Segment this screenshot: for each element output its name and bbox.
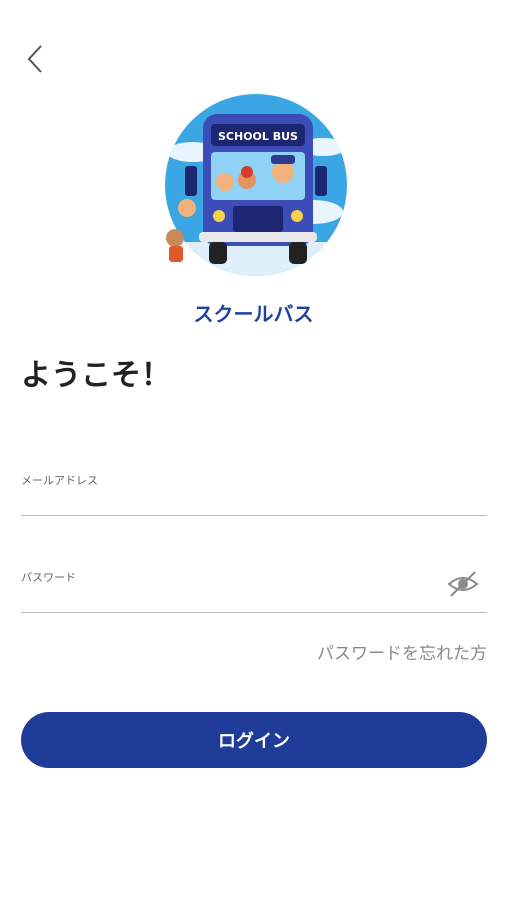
- forgot-password-link[interactable]: パスワードを忘れた方: [317, 639, 487, 664]
- login-button-label: ログイン: [218, 731, 290, 752]
- password-underline: [21, 612, 487, 613]
- chevron-left-icon: [27, 45, 42, 73]
- toggle-password-visibility-button[interactable]: [446, 569, 480, 599]
- email-underline: [21, 515, 487, 516]
- school-bus-logo: SCHOOL BUS: [163, 92, 349, 278]
- eye-slash-icon: [447, 571, 479, 597]
- app-name: スクールバス: [193, 302, 314, 326]
- email-field[interactable]: [21, 486, 487, 514]
- logo-text: SCHOOL BUS: [218, 130, 298, 143]
- welcome-heading: ようこそ！: [21, 358, 171, 393]
- password-field[interactable]: [21, 583, 441, 611]
- back-button[interactable]: [20, 42, 50, 76]
- login-button[interactable]: ログイン: [21, 712, 487, 768]
